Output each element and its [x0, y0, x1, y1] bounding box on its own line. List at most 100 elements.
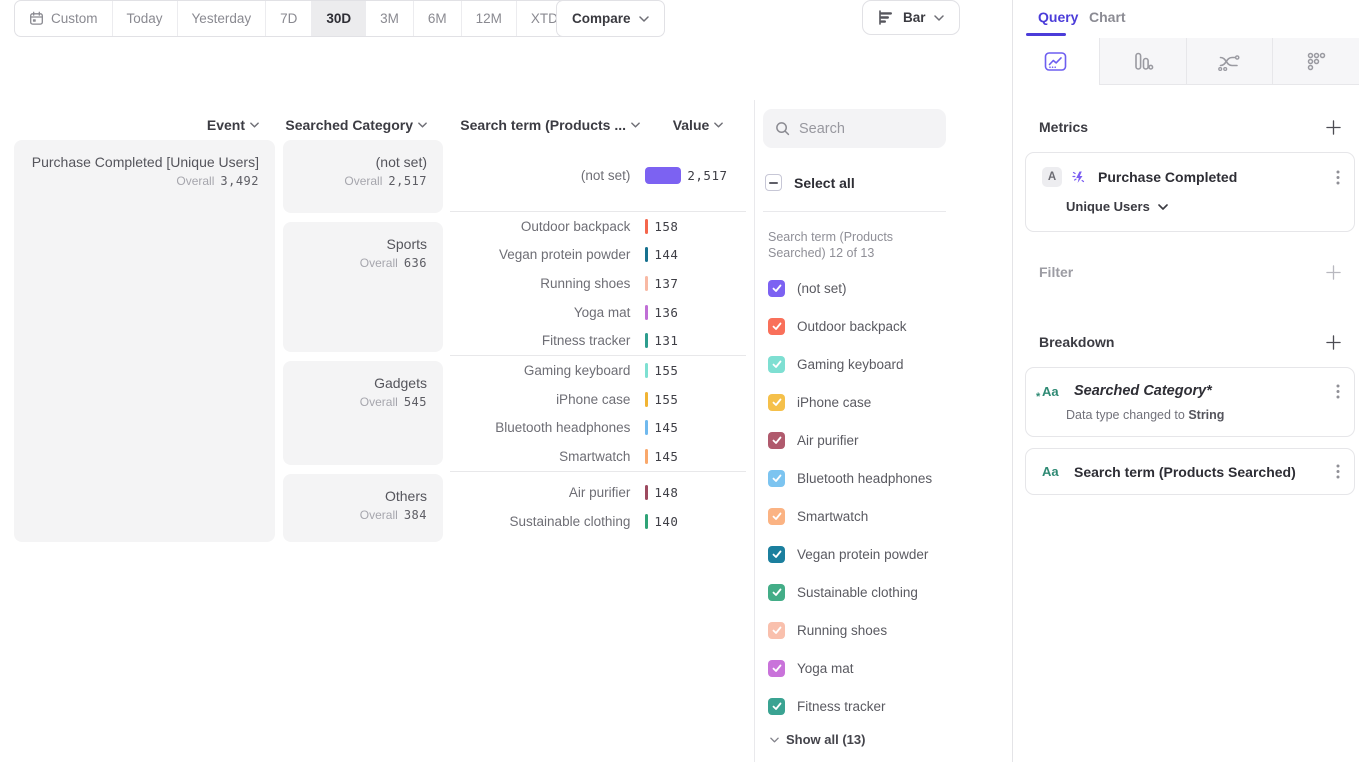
kebab-menu-icon[interactable]	[1336, 170, 1340, 185]
term-row[interactable]: Air purifier148	[450, 478, 746, 507]
check-icon	[772, 512, 782, 521]
legend-search-box[interactable]	[763, 109, 946, 148]
select-all-row[interactable]: Select all	[765, 174, 855, 191]
value-bar[interactable]	[645, 305, 648, 320]
select-all-checkbox[interactable]	[765, 174, 782, 191]
chart-tab-flow[interactable]	[1186, 38, 1273, 85]
legend-item-row[interactable]: Yoga mat	[768, 649, 968, 687]
category-cell[interactable]: GadgetsOverall545	[283, 361, 443, 465]
tab-query[interactable]: Query	[1038, 9, 1078, 25]
legend-item-row[interactable]: (not set)	[768, 269, 968, 307]
legend-checkbox[interactable]	[768, 698, 785, 715]
date-range-today[interactable]: Today	[112, 1, 177, 36]
chart-tab-retention[interactable]	[1272, 38, 1359, 85]
legend-checkbox[interactable]	[768, 432, 785, 449]
breakdown-card-searched-category[interactable]: *Aa Searched Category* Data type changed…	[1025, 367, 1355, 437]
term-row[interactable]: Sustainable clothing140	[450, 507, 746, 536]
chart-tab-funnels[interactable]	[1099, 38, 1186, 85]
column-header-searched-category[interactable]: Searched Category	[283, 114, 427, 136]
kebab-menu-icon[interactable]	[1336, 384, 1340, 399]
term-row[interactable]: Outdoor backpack158	[450, 212, 746, 241]
date-range-12m[interactable]: 12M	[461, 1, 516, 36]
add-breakdown-button[interactable]	[1326, 335, 1341, 350]
column-header-event[interactable]: Event	[14, 114, 259, 136]
term-row[interactable]: Fitness tracker131	[450, 326, 746, 355]
term-group: (not set)2,517	[450, 140, 746, 212]
value-bar[interactable]	[645, 392, 648, 407]
category-cell[interactable]: (not set)Overall2,517	[283, 140, 443, 213]
add-metric-button[interactable]	[1326, 120, 1341, 135]
term-row[interactable]: iPhone case155	[450, 385, 746, 414]
legend-item-row[interactable]: iPhone case	[768, 383, 968, 421]
date-range-custom[interactable]: Custom	[15, 1, 112, 36]
metric-card[interactable]: A Purchase Completed Unique Users	[1025, 152, 1355, 232]
legend-item-label: (not set)	[797, 281, 847, 296]
value-bar[interactable]	[645, 449, 648, 464]
measure-dropdown[interactable]: Unique Users	[1066, 199, 1340, 214]
term-row[interactable]: Smartwatch145	[450, 442, 746, 471]
value-bar[interactable]	[645, 333, 648, 348]
term-row[interactable]: Bluetooth headphones145	[450, 414, 746, 443]
date-range-yesterday[interactable]: Yesterday	[177, 1, 266, 36]
term-row[interactable]: Vegan protein powder144	[450, 241, 746, 270]
date-range-7d[interactable]: 7D	[265, 1, 311, 36]
legend-checkbox[interactable]	[768, 470, 785, 487]
legend-item-row[interactable]: Smartwatch	[768, 497, 968, 535]
show-all-button[interactable]: Show all (13)	[770, 732, 865, 747]
value-bar[interactable]	[645, 219, 648, 234]
legend-item-row[interactable]: Air purifier	[768, 421, 968, 459]
breakdown-header: Breakdown	[1039, 332, 1341, 352]
check-icon	[772, 550, 782, 559]
event-cell[interactable]: Purchase Completed [Unique Users] Overal…	[14, 140, 275, 542]
chart-tab-insights[interactable]	[1013, 38, 1099, 85]
term-row[interactable]: Yoga mat136	[450, 298, 746, 327]
date-range-3m[interactable]: 3M	[365, 1, 413, 36]
legend-checkbox[interactable]	[768, 622, 785, 639]
legend-item-row[interactable]: Bluetooth headphones	[768, 459, 968, 497]
legend-checkbox[interactable]	[768, 280, 785, 297]
retention-icon	[1306, 51, 1327, 72]
breakdown-card-search-term[interactable]: Aa Search term (Products Searched)	[1025, 448, 1355, 495]
legend-item-row[interactable]: Sustainable clothing	[768, 573, 968, 611]
legend-item-row[interactable]: Fitness tracker	[768, 687, 968, 725]
legend-item-label: Running shoes	[797, 623, 887, 638]
legend-checkbox[interactable]	[768, 318, 785, 335]
date-range-30d[interactable]: 30D	[311, 1, 365, 36]
value-bar[interactable]	[645, 514, 648, 529]
legend-item-row[interactable]: Gaming keyboard	[768, 345, 968, 383]
value-bar[interactable]	[645, 276, 648, 291]
value-bar[interactable]	[645, 167, 681, 184]
legend-item-label: Outdoor backpack	[797, 319, 907, 334]
term-row[interactable]: Running shoes137	[450, 269, 746, 298]
date-range-6m[interactable]: 6M	[413, 1, 461, 36]
value-bar[interactable]	[645, 420, 648, 435]
add-filter-button[interactable]	[1326, 265, 1341, 280]
search-input[interactable]	[799, 121, 929, 137]
column-header-search-term[interactable]: Search term (Products ...	[450, 114, 640, 136]
legend-checkbox[interactable]	[768, 584, 785, 601]
chart-style-dropdown[interactable]: Bar	[862, 0, 960, 35]
term-row[interactable]: Gaming keyboard155	[450, 356, 746, 385]
legend-item-row[interactable]: Vegan protein powder	[768, 535, 968, 573]
legend-item-row[interactable]: Outdoor backpack	[768, 307, 968, 345]
column-header-category-label: Searched Category	[285, 117, 413, 133]
value-bar[interactable]	[645, 247, 648, 262]
check-icon	[772, 360, 782, 369]
legend-item-row[interactable]: Running shoes	[768, 611, 968, 649]
value-bar[interactable]	[645, 363, 648, 378]
compare-button[interactable]: Compare	[556, 0, 665, 37]
compare-label: Compare	[572, 11, 631, 26]
kebab-menu-icon[interactable]	[1336, 464, 1340, 479]
category-cell[interactable]: SportsOverall636	[283, 222, 443, 352]
legend-checkbox[interactable]	[768, 394, 785, 411]
tab-chart[interactable]: Chart	[1089, 9, 1126, 25]
legend-checkbox[interactable]	[768, 660, 785, 677]
term-row[interactable]: (not set)2,517	[450, 161, 746, 190]
legend-checkbox[interactable]	[768, 356, 785, 373]
column-header-value[interactable]: Value	[650, 114, 746, 136]
value-bar[interactable]	[645, 485, 648, 500]
legend-checkbox[interactable]	[768, 508, 785, 525]
legend-checkbox[interactable]	[768, 546, 785, 563]
category-cell[interactable]: OthersOverall384	[283, 474, 443, 542]
active-tab-underline	[1026, 33, 1066, 36]
